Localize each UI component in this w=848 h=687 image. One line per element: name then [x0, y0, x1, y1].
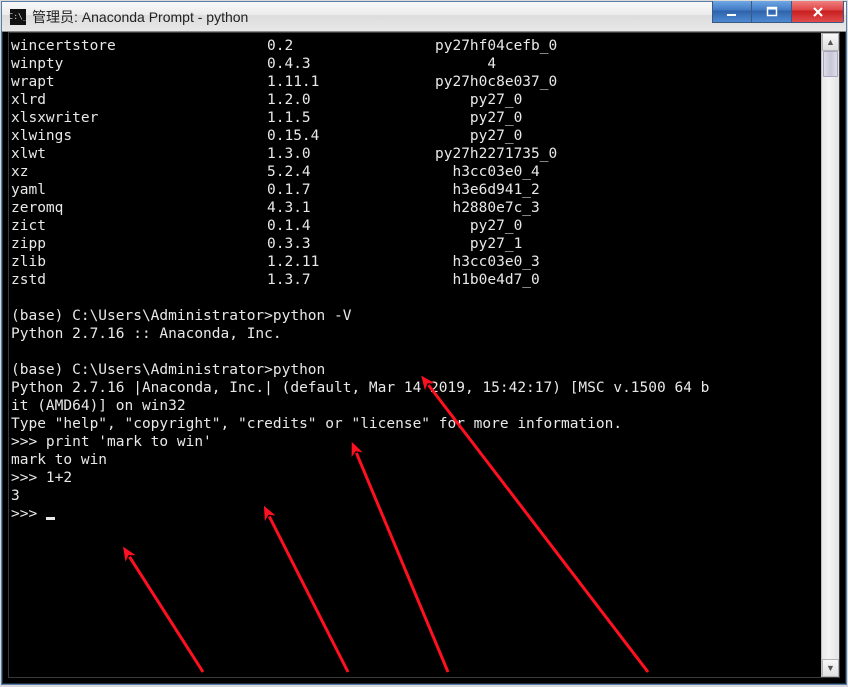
vertical-scrollbar[interactable]: ▲ ▼: [821, 33, 839, 677]
terminal-line: it (AMD64)] on win32: [11, 397, 819, 415]
terminal-line: yaml0.1.7 h3e6d941_2: [11, 181, 819, 199]
terminal-line: xlrd1.2.0 py27_0: [11, 91, 819, 109]
terminal-line: [11, 289, 819, 307]
terminal-line: 3: [11, 487, 819, 505]
maximize-button[interactable]: [752, 1, 792, 23]
scroll-track[interactable]: [822, 51, 839, 659]
terminal-line: zeromq4.3.1 h2880e7c_3: [11, 199, 819, 217]
terminal-line: wrapt1.11.1py27h0c8e037_0: [11, 73, 819, 91]
terminal-line: zict0.1.4 py27_0: [11, 217, 819, 235]
terminal-window: C:\_ 管理员: Anaconda Prompt - python wince…: [1, 1, 847, 685]
terminal-line: Python 2.7.16 |Anaconda, Inc.| (default,…: [11, 379, 819, 397]
terminal-output[interactable]: wincertstore0.2py27hf04cefb_0winpty0.4.3…: [9, 33, 821, 677]
terminal-line: winpty0.4.3 4: [11, 55, 819, 73]
terminal-line: (base) C:\Users\Administrator>python -V: [11, 307, 819, 325]
terminal-line: zstd1.3.7 h1b0e4d7_0: [11, 271, 819, 289]
terminal-line: (base) C:\Users\Administrator>python: [11, 361, 819, 379]
terminal-line: Type "help", "copyright", "credits" or "…: [11, 415, 819, 433]
close-button[interactable]: [792, 1, 844, 23]
terminal-line: >>>: [11, 505, 819, 523]
terminal-line: Python 2.7.16 :: Anaconda, Inc.: [11, 325, 819, 343]
terminal-line: [11, 343, 819, 361]
terminal-line: >>> print 'mark to win': [11, 433, 819, 451]
client-area: wincertstore0.2py27hf04cefb_0winpty0.4.3…: [8, 32, 840, 678]
terminal-line: >>> 1+2: [11, 469, 819, 487]
scroll-thumb[interactable]: [823, 51, 838, 77]
app-icon: C:\_: [10, 9, 26, 25]
terminal-line: mark to win: [11, 451, 819, 469]
cursor-icon: [46, 517, 55, 520]
window-title: 管理员: Anaconda Prompt - python: [32, 7, 712, 27]
terminal-line: xlwings0.15.4 py27_0: [11, 127, 819, 145]
terminal-line: wincertstore0.2py27hf04cefb_0: [11, 37, 819, 55]
titlebar[interactable]: C:\_ 管理员: Anaconda Prompt - python: [2, 2, 846, 32]
terminal-line: zlib1.2.11 h3cc03e0_3: [11, 253, 819, 271]
terminal-line: xlwt1.3.0py27h2271735_0: [11, 145, 819, 163]
scroll-down-button[interactable]: ▼: [822, 659, 839, 677]
minimize-button[interactable]: [712, 1, 752, 23]
terminal-line: zipp0.3.3 py27_1: [11, 235, 819, 253]
terminal-line: xz5.2.4 h3cc03e0_4: [11, 163, 819, 181]
terminal-line: xlsxwriter1.1.5 py27_0: [11, 109, 819, 127]
scroll-up-button[interactable]: ▲: [822, 33, 839, 51]
window-buttons: [712, 2, 846, 31]
